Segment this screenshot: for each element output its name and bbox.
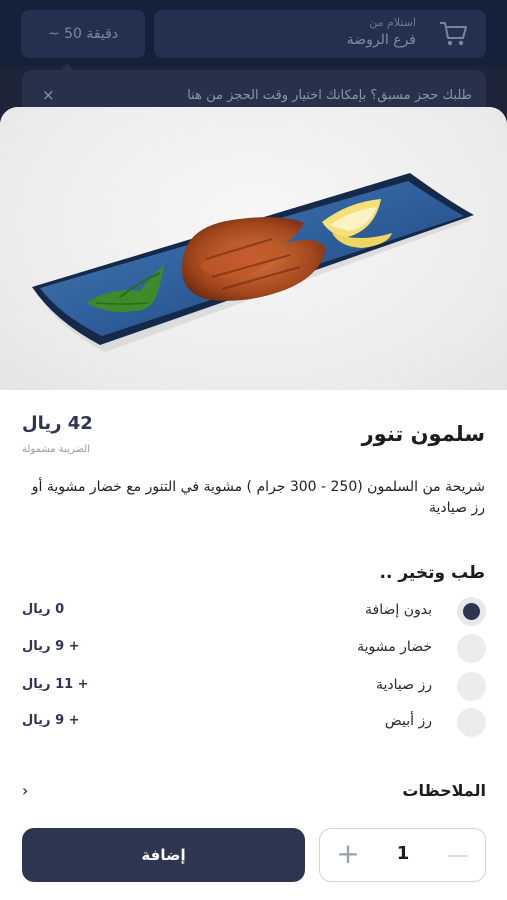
tax-note: الضريبة مشمولة [22,444,90,455]
option-price: + 9 ريال [22,639,80,654]
notes-label: الملاحظات [402,781,486,800]
banner-text: طلبك حجز مسبق؟ بإمكانك اختيار وقت الحجز … [187,88,472,103]
cart-icon [440,22,467,46]
option-price: 0 ريال [22,602,65,617]
option-row[interactable]: بدون إضافة 0 ريال [22,596,486,626]
close-icon[interactable]: × [42,86,55,104]
notes-row[interactable]: الملاحظات › [22,779,486,807]
quantity-stepper: + 1 [319,828,486,882]
radio-unselected[interactable] [457,708,486,737]
product-price: 42 ريال [22,413,93,434]
time-estimate[interactable]: ~ 50 دقيقة [21,10,145,58]
option-row[interactable]: رز صيادية + 11 ريال [22,671,486,701]
option-row[interactable]: رز أبيض + 9 ريال [22,707,486,737]
option-label: رز أبيض [384,713,432,729]
option-label: رز صيادية [376,677,432,693]
add-to-cart-button[interactable]: إضافة [22,828,305,882]
quantity-value: 1 [396,843,410,864]
radio-unselected[interactable] [457,672,486,701]
plus-icon[interactable]: + [334,840,362,869]
pickup-selector[interactable]: استلام من فرع الروضة [154,10,486,58]
product-title: سلمون تنور [361,422,485,446]
top-bar: استلام من فرع الروضة ~ 50 دقيقة [0,0,507,66]
pickup-branch: فرع الروضة [346,32,416,48]
radio-selected[interactable] [457,597,486,626]
product-description: شريحة من السلمون (250 - 300 جرام ) مشوية… [31,479,485,516]
option-row[interactable]: خضار مشوية + 9 ريال [22,633,486,663]
product-sheet: سلمون تنور 42 ريال الضريبة مشمولة شريحة … [0,107,507,900]
option-price: + 11 ريال [22,677,89,692]
option-label: خضار مشوية [357,639,432,655]
options-section-title: طب وتخير .. [379,563,485,583]
salmon-dish-illustration [32,173,474,352]
minus-icon[interactable] [448,855,468,857]
option-price: + 9 ريال [22,713,80,728]
product-image [0,107,507,390]
chevron-right-icon[interactable]: › [22,781,28,800]
option-label: بدون إضافة [365,602,432,618]
pickup-label: استلام من [369,16,416,29]
radio-unselected[interactable] [457,634,486,663]
